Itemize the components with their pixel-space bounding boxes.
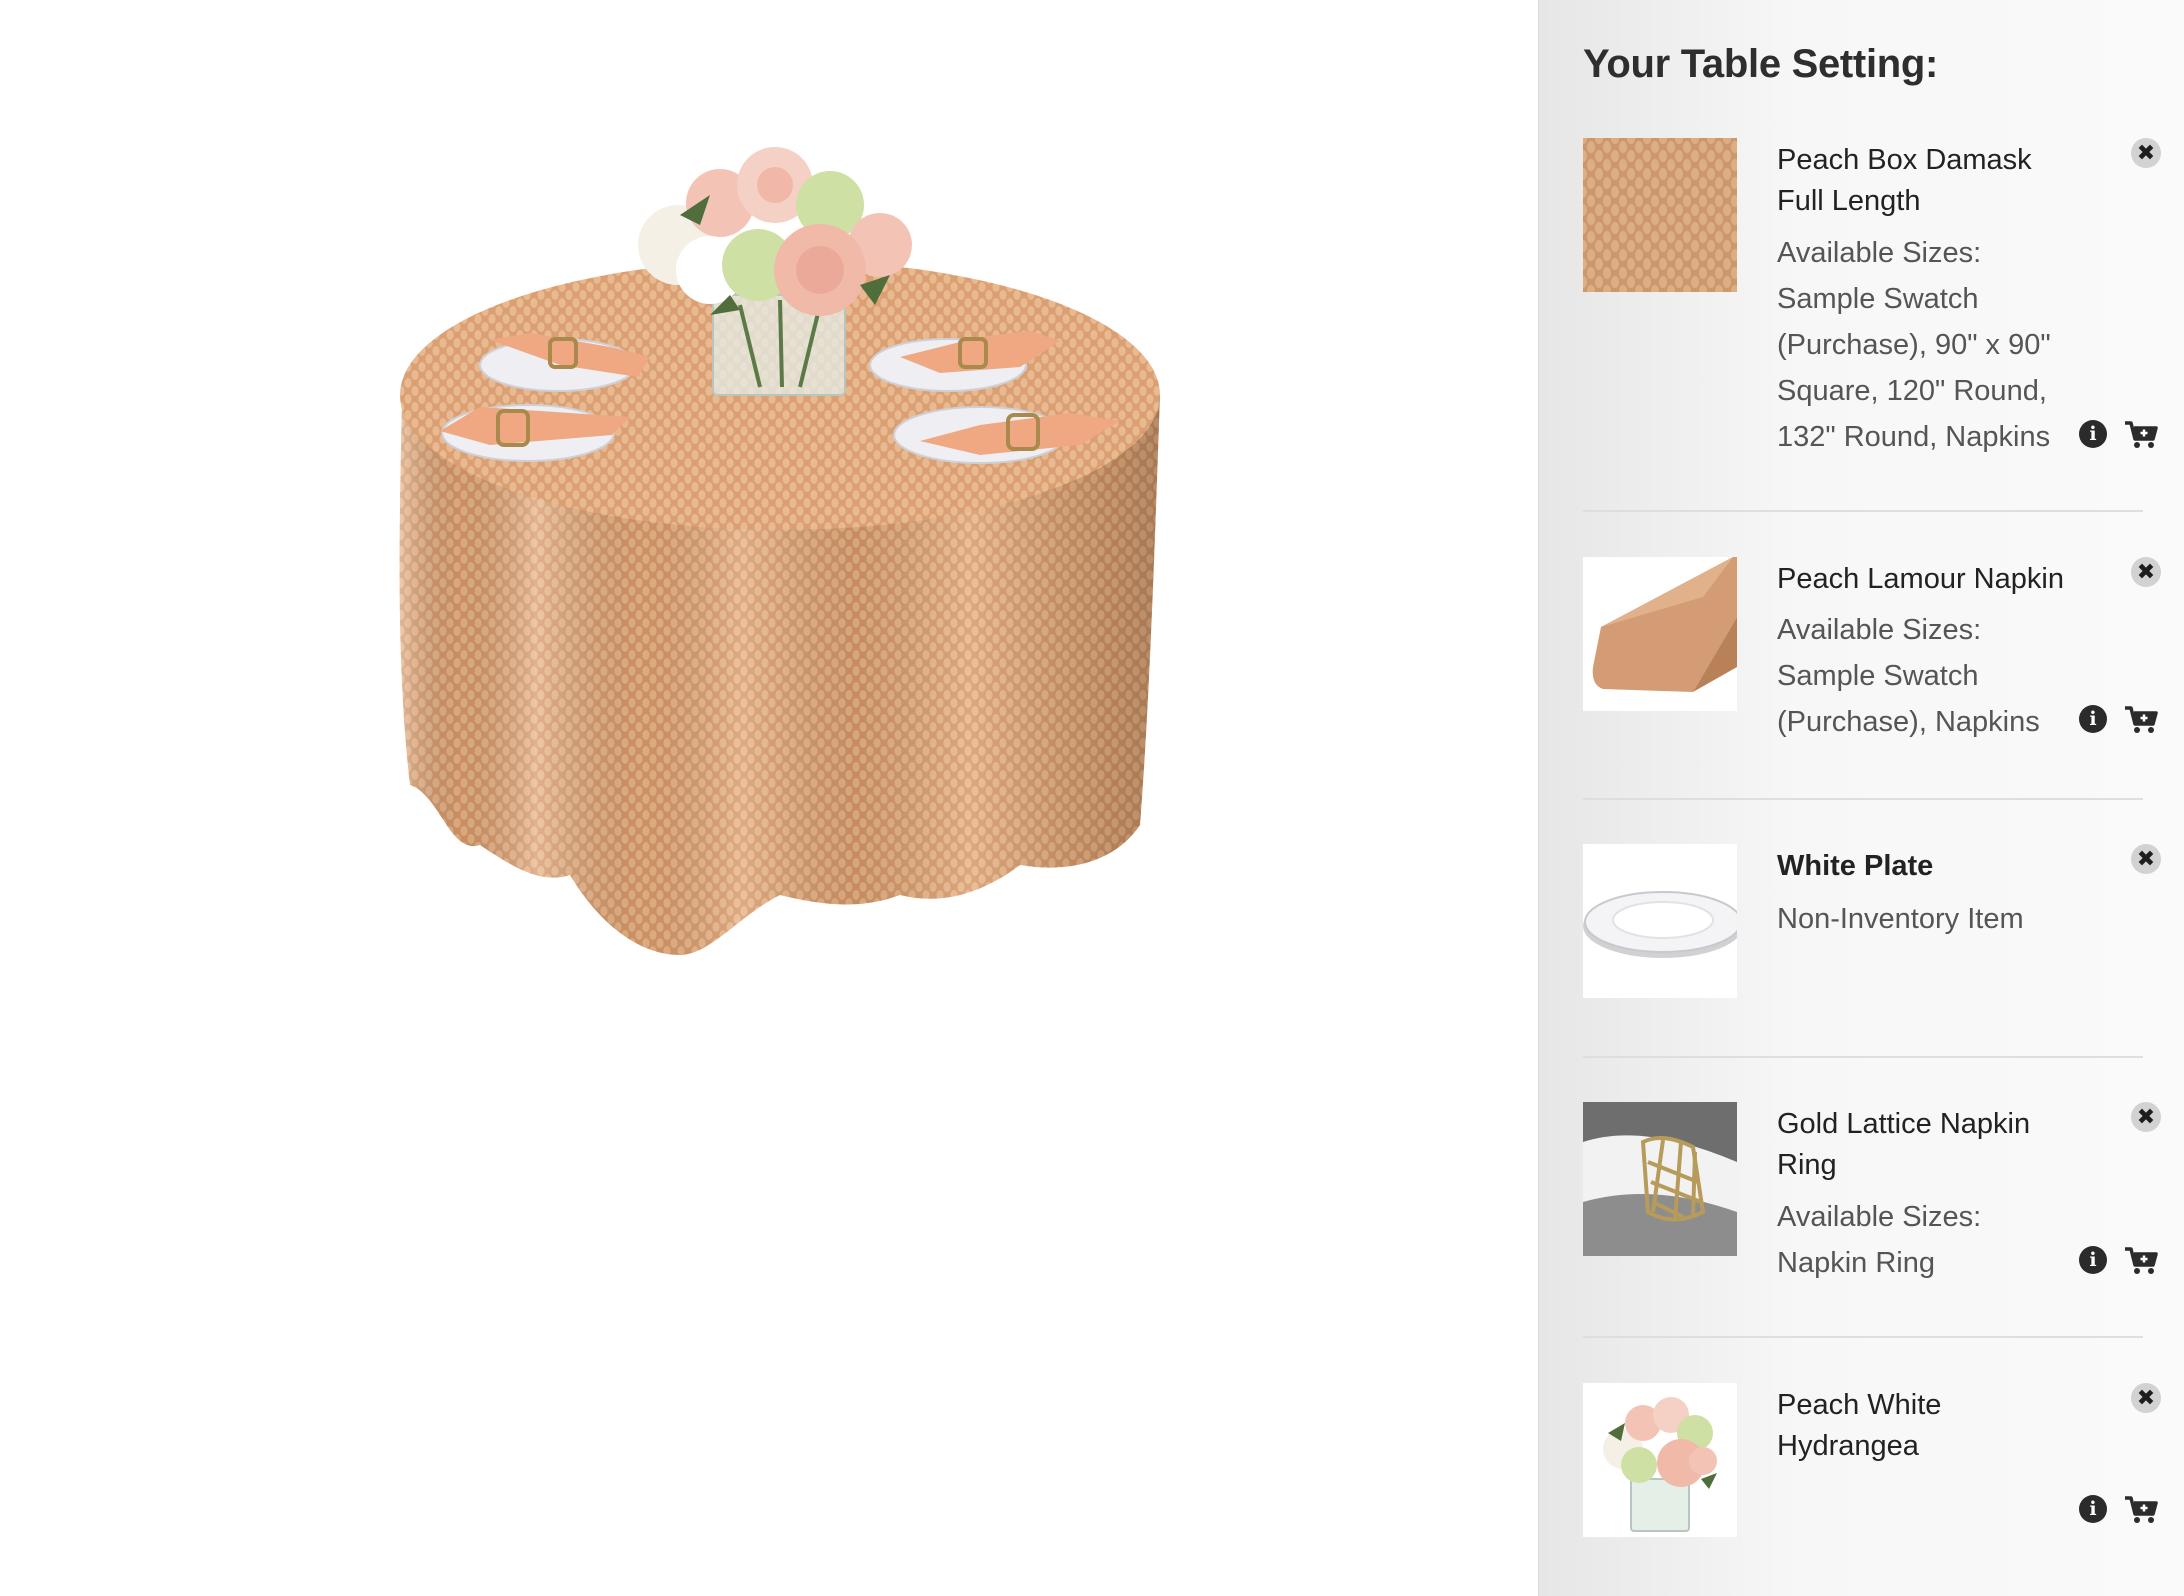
close-icon[interactable]: ✖ (2131, 844, 2161, 874)
item-name[interactable]: White Plate (1777, 846, 2077, 887)
info-icon[interactable]: i (2079, 420, 2107, 448)
item-divider (1583, 1336, 2143, 1338)
item-name[interactable]: Peach Box Damask Full Length (1777, 140, 2077, 222)
setting-item-napkin: Peach Lamour Napkin Available Sizes: Sam… (1583, 557, 2161, 757)
available-sizes-label: Available Sizes: (1777, 1201, 1982, 1233)
non-inventory-label: Non-Inventory Item (1777, 903, 2024, 935)
panel-title: Your Table Setting: (1583, 42, 1939, 86)
item-divider (1583, 510, 2143, 512)
gold-napkin-ring-thumbnail[interactable] (1583, 1102, 1737, 1256)
close-icon[interactable]: ✖ (2131, 1383, 2161, 1413)
cart-plus-icon[interactable] (2123, 705, 2159, 735)
available-sizes-list: Napkin Ring (1777, 1247, 1935, 1279)
close-icon[interactable]: ✖ (2131, 138, 2161, 168)
peach-damask-fabric-thumbnail[interactable] (1583, 138, 1737, 292)
item-name[interactable]: Gold Lattice Napkin Ring (1777, 1104, 2077, 1186)
setting-item-plate: White Plate Non-Inventory Item ✖ (1583, 844, 2161, 1004)
close-icon[interactable]: ✖ (2131, 557, 2161, 587)
flower-centerpiece-thumbnail[interactable] (1583, 1383, 1737, 1537)
cart-plus-icon[interactable] (2123, 420, 2159, 450)
peach-napkin-thumbnail[interactable] (1583, 557, 1737, 711)
info-icon[interactable]: i (2079, 1495, 2107, 1523)
available-sizes-label: Available Sizes: (1777, 237, 1982, 269)
close-icon[interactable]: ✖ (2131, 1102, 2161, 1132)
item-name[interactable]: Peach Lamour Napkin (1777, 559, 2077, 600)
available-sizes-list: Sample Swatch (Purchase), Napkins (1777, 660, 2040, 738)
item-divider (1583, 1056, 2143, 1058)
table-preview-area (0, 0, 1538, 1596)
white-plate-thumbnail[interactable] (1583, 844, 1737, 998)
info-icon[interactable]: i (2079, 1246, 2107, 1274)
available-sizes-label: Available Sizes: (1777, 614, 1982, 646)
item-name[interactable]: Peach White Hydrangea (1777, 1385, 2077, 1467)
setting-item-centerpiece: Peach White Hydrangea ✖ i (1583, 1383, 2161, 1583)
item-divider (1583, 798, 2143, 800)
cart-plus-icon[interactable] (2123, 1246, 2159, 1276)
setting-item-tablecloth: Peach Box Damask Full Length Available S… (1583, 138, 2161, 498)
table-setting-preview (399, 147, 1160, 955)
available-sizes-list: Sample Swatch (Purchase), 90" x 90" Squa… (1777, 283, 2051, 453)
info-icon[interactable]: i (2079, 705, 2107, 733)
table-setting-panel: Your Table Setting: Peach Box Damask Ful… (1538, 0, 2184, 1596)
cart-plus-icon[interactable] (2123, 1495, 2159, 1525)
setting-item-napkin-ring: Gold Lattice Napkin Ring Available Sizes… (1583, 1102, 2161, 1302)
